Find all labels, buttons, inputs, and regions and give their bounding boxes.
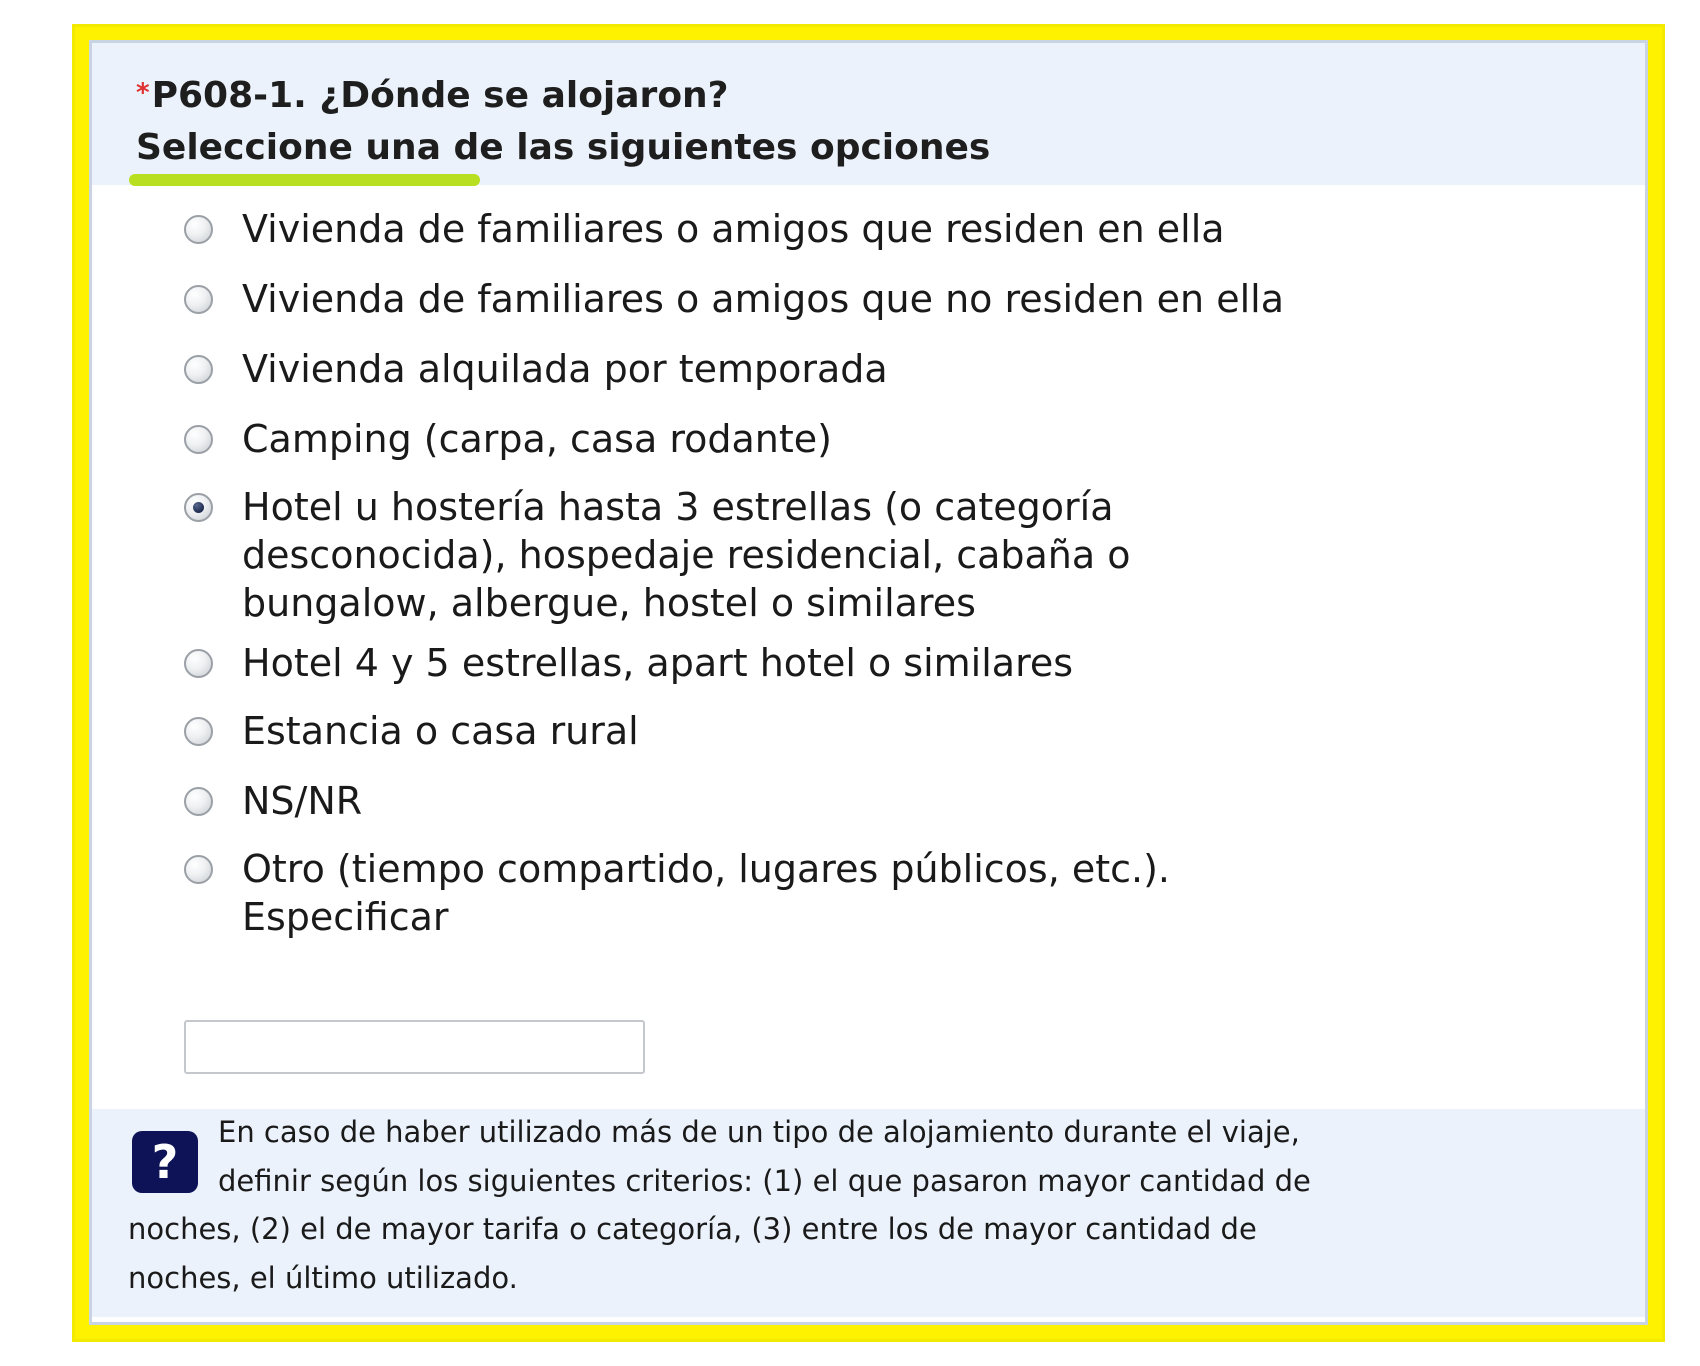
option-5[interactable]: Hotel 4 y 5 estrellas, apart hotel o sim… — [184, 639, 1073, 687]
option-label-line: Hotel 4 y 5 estrellas, apart hotel o sim… — [242, 641, 1074, 685]
option-label-line: Otro (tiempo compartido, lugares público… — [242, 847, 1171, 891]
radio-button[interactable] — [184, 285, 213, 314]
option-label[interactable]: Hotel u hostería hasta 3 estrellas (o ca… — [242, 483, 1131, 627]
instruction-highlight-underline — [129, 174, 480, 186]
option-label[interactable]: Hotel 4 y 5 estrellas, apart hotel o sim… — [242, 639, 1073, 687]
option-label[interactable]: Estancia o casa rural — [242, 707, 639, 755]
radio-button[interactable] — [184, 355, 213, 384]
help-text-line: noches, el último utilizado. — [128, 1261, 518, 1295]
option-label-line: Vivienda alquilada por temporada — [242, 347, 888, 391]
radio-button[interactable] — [184, 649, 213, 678]
radio-button[interactable] — [184, 855, 213, 884]
question-header: *P608-1. ¿Dónde se alojaron? Seleccione … — [92, 43, 1645, 186]
option-label[interactable]: NS/NR — [242, 777, 362, 825]
question-instruction: Seleccione una de las siguientes opcione… — [136, 127, 991, 168]
highlight-frame: *P608-1. ¿Dónde se alojaron? Seleccione … — [72, 24, 1665, 1342]
help-text-line: definir según los siguientes criterios: … — [218, 1164, 1311, 1198]
option-label[interactable]: Otro (tiempo compartido, lugares público… — [242, 845, 1170, 941]
option-label-line: Especificar — [242, 895, 449, 939]
question-title: *P608-1. ¿Dónde se alojaron? — [136, 75, 729, 116]
option-0[interactable]: Vivienda de familiares o amigos que resi… — [184, 205, 1225, 253]
help-text-line: En caso de haber utilizado más de un tip… — [218, 1115, 1300, 1149]
radio-button-selected[interactable] — [184, 493, 213, 522]
option-label-line: Vivienda de familiares o amigos que resi… — [242, 207, 1225, 251]
option-7[interactable]: NS/NR — [184, 777, 362, 825]
option-label[interactable]: Camping (carpa, casa rodante) — [242, 415, 832, 463]
radio-button[interactable] — [184, 425, 213, 454]
option-1[interactable]: Vivienda de familiares o amigos que no r… — [184, 275, 1284, 323]
option-label[interactable]: Vivienda de familiares o amigos que no r… — [242, 275, 1284, 323]
option-2[interactable]: Vivienda alquilada por temporada — [184, 345, 888, 393]
help-text-line: noches, (2) el de mayor tarifa o categor… — [128, 1212, 1257, 1246]
required-mark: * — [136, 78, 150, 108]
option-4[interactable]: Hotel u hostería hasta 3 estrellas (o ca… — [184, 483, 1131, 627]
option-label[interactable]: Vivienda de familiares o amigos que resi… — [242, 205, 1225, 253]
question-mark-icon: ? — [132, 1131, 198, 1193]
radio-button[interactable] — [184, 717, 213, 746]
option-label-line: Hotel u hostería hasta 3 estrellas (o ca… — [242, 485, 1114, 529]
option-label-line: Vivienda de familiares o amigos que no r… — [242, 277, 1284, 321]
question-panel: *P608-1. ¿Dónde se alojaron? Seleccione … — [89, 40, 1648, 1325]
option-label-line: NS/NR — [242, 779, 363, 823]
radio-button[interactable] — [184, 215, 213, 244]
option-label[interactable]: Vivienda alquilada por temporada — [242, 345, 888, 393]
option-8[interactable]: Otro (tiempo compartido, lugares público… — [184, 845, 1170, 941]
radio-button[interactable] — [184, 787, 213, 816]
question-title-text: P608-1. ¿Dónde se alojaron? — [151, 75, 729, 116]
option-6[interactable]: Estancia o casa rural — [184, 707, 639, 755]
option-label-line: Camping (carpa, casa rodante) — [242, 417, 832, 461]
other-specify-input[interactable] — [184, 1020, 645, 1074]
option-label-line: bungalow, albergue, hostel o similares — [242, 581, 976, 625]
option-3[interactable]: Camping (carpa, casa rodante) — [184, 415, 832, 463]
option-label-line: desconocida), hospedaje residencial, cab… — [242, 533, 1131, 577]
option-label-line: Estancia o casa rural — [242, 709, 639, 753]
help-box: ? En caso de haber utilizado más de un t… — [92, 1109, 1645, 1317]
